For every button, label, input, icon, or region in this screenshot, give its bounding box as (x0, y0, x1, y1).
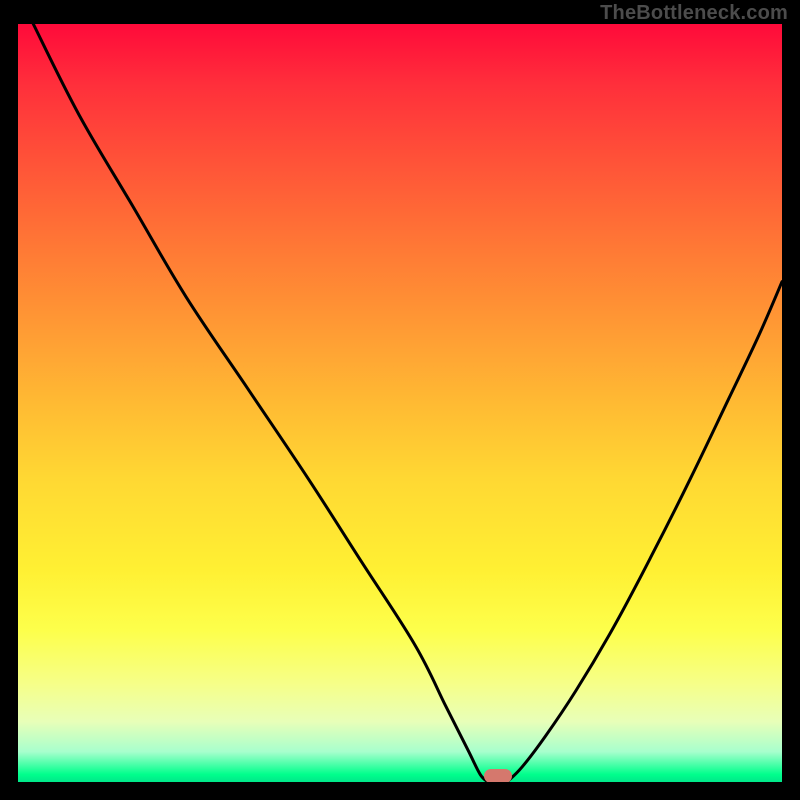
chart-frame: TheBottleneck.com (0, 0, 800, 800)
curve-right-branch (507, 282, 782, 782)
curve-left-branch (33, 24, 488, 782)
plot-area (18, 24, 782, 782)
attribution-label: TheBottleneck.com (600, 2, 788, 25)
optimum-marker (484, 769, 512, 782)
bottleneck-curve (18, 24, 782, 782)
